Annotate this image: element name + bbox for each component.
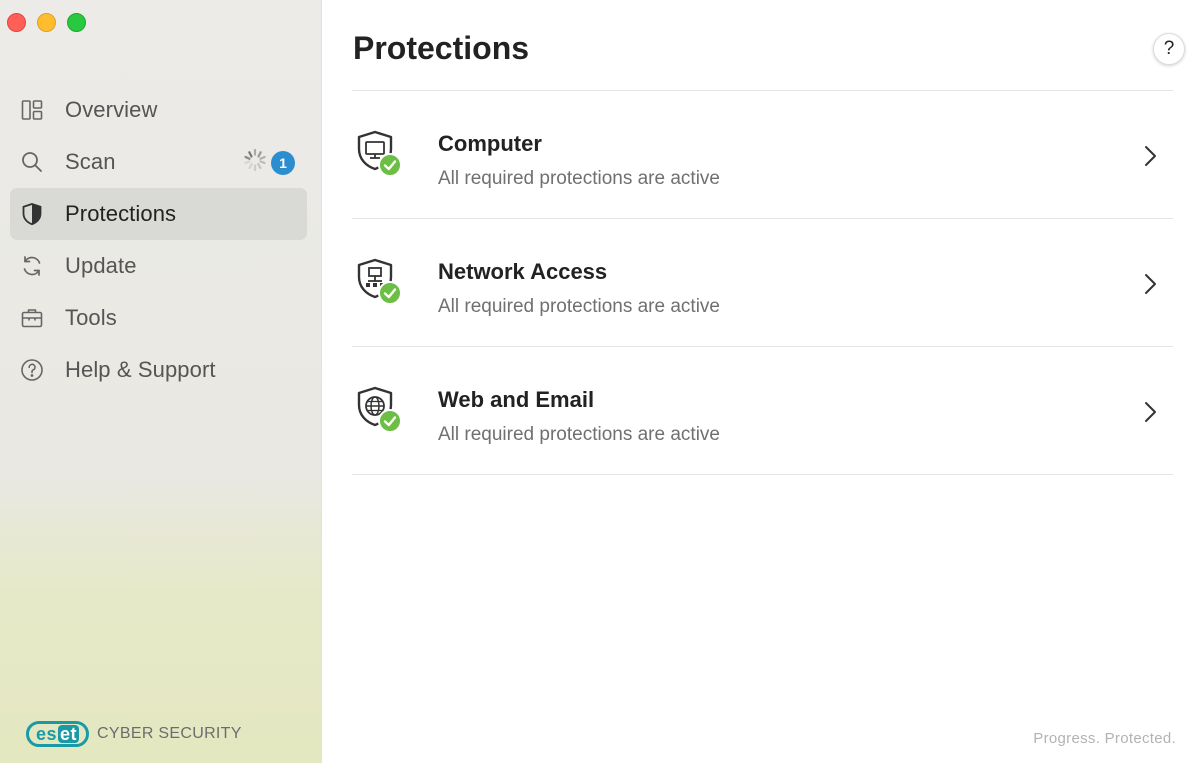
page-title: Protections [353, 30, 530, 66]
chevron-right-icon [1142, 401, 1158, 423]
eset-logo: es et [26, 721, 90, 747]
sidebar-item-help-support[interactable]: Help & Support [10, 344, 307, 396]
computer-shield-icon [354, 127, 404, 181]
spinner-icon [243, 148, 267, 178]
help-button[interactable]: ? [1153, 33, 1185, 65]
brand: es et CYBER SECURITY [26, 721, 242, 747]
refresh-icon [19, 253, 45, 279]
scan-count-badge: 1 [271, 151, 295, 175]
protection-row-web-and-email[interactable]: Web and Email All required protections a… [352, 347, 1173, 475]
protections-list: Computer All required protections are ac… [352, 90, 1173, 475]
sidebar-item-protections[interactable]: Protections [10, 188, 307, 240]
network-shield-icon [354, 255, 404, 309]
protection-status: All required protections are active [438, 424, 720, 445]
sidebar-item-label: Update [65, 253, 137, 278]
main-content: Protections ? Computer All required prot… [322, 0, 1200, 763]
sidebar-item-label: Protections [65, 201, 177, 226]
protection-title: Computer [438, 131, 542, 156]
protection-status: All required protections are active [438, 296, 720, 317]
protection-row-network-access[interactable]: Network Access All required protections … [352, 219, 1173, 347]
sidebar-item-update[interactable]: Update [10, 240, 307, 292]
protection-row-text: Computer All required protections are ac… [438, 131, 720, 190]
sidebar-item-tools[interactable]: Tools [10, 292, 307, 344]
question-circle-icon [19, 357, 45, 383]
briefcase-icon [19, 305, 45, 331]
tagline: Progress. Protected. [1033, 730, 1176, 747]
protection-title: Web and Email [438, 387, 595, 412]
search-icon [19, 149, 45, 175]
minimize-window-button[interactable] [37, 13, 56, 32]
chevron-right-icon [1142, 273, 1158, 295]
protection-title: Network Access [438, 259, 608, 284]
sidebar-item-label: Overview [65, 97, 158, 122]
protection-row-text: Web and Email All required protections a… [438, 387, 720, 446]
chevron-right-icon [1142, 145, 1158, 167]
sidebar-item-overview[interactable]: Overview [10, 84, 307, 136]
close-window-button[interactable] [7, 13, 26, 32]
shield-icon [19, 201, 45, 227]
globe-shield-icon [354, 383, 404, 437]
protection-row-computer[interactable]: Computer All required protections are ac… [352, 91, 1173, 219]
protection-status: All required protections are active [438, 168, 720, 189]
overview-grid-icon [19, 97, 45, 123]
sidebar-nav: Overview Scan 1 Protections Update Tools… [10, 84, 307, 396]
app-window: Overview Scan 1 Protections Update Tools… [0, 0, 1200, 763]
window-controls [7, 13, 86, 32]
sidebar: Overview Scan 1 Protections Update Tools… [0, 0, 322, 763]
zoom-window-button[interactable] [67, 13, 86, 32]
product-name: CYBER SECURITY [97, 725, 242, 742]
sidebar-item-label: Tools [65, 305, 117, 330]
protection-row-text: Network Access All required protections … [438, 259, 720, 318]
sidebar-item-label: Help & Support [65, 357, 216, 382]
sidebar-item-scan[interactable]: Scan 1 [10, 136, 307, 188]
scan-status: 1 [243, 148, 295, 178]
sidebar-item-label: Scan [65, 149, 116, 174]
